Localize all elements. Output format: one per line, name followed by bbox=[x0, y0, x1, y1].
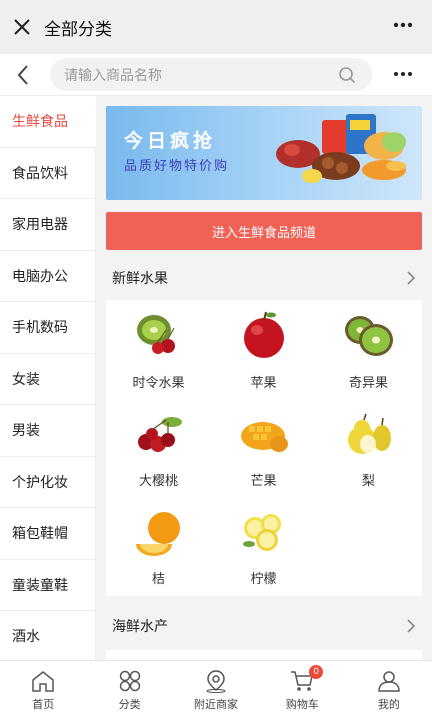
grid-item-cherry[interactable]: 大樱桃 bbox=[106, 398, 211, 494]
back-icon[interactable] bbox=[0, 54, 46, 96]
tab-home[interactable]: 首页 bbox=[0, 661, 86, 720]
sidebar-item-kids-wear[interactable]: 童装童鞋 bbox=[0, 559, 96, 611]
mango-icon bbox=[241, 422, 288, 452]
section-header-fresh-fruit[interactable]: 新鲜水果 bbox=[106, 258, 422, 298]
section-header-seafood[interactable]: 海鲜水产 bbox=[106, 606, 422, 646]
chevron-right-icon[interactable] bbox=[406, 270, 416, 290]
sidebar-item-appliances[interactable]: 家用电器 bbox=[0, 199, 96, 251]
home-icon bbox=[32, 671, 54, 692]
tab-category[interactable]: 分类 bbox=[86, 661, 172, 720]
grid-item-lemon[interactable]: 柠檬 bbox=[211, 496, 316, 592]
sidebar-item-phones-digital[interactable]: 手机数码 bbox=[0, 302, 96, 354]
sidebar-item-bags-shoes[interactable]: 箱包鞋帽 bbox=[0, 508, 96, 560]
category-icon bbox=[119, 670, 140, 692]
sidebar-item-fresh-food[interactable]: 生鲜食品 bbox=[0, 96, 96, 148]
grid-item-orange[interactable]: 桔 bbox=[106, 496, 211, 592]
tab-cart[interactable]: 0 购物车 bbox=[259, 661, 345, 720]
top-bar: 全部分类 bbox=[0, 0, 432, 54]
grid-item-label: 奇异果 bbox=[348, 376, 388, 391]
grid-item-label: 芒果 bbox=[250, 474, 277, 489]
grid-item-apple[interactable]: 苹果 bbox=[211, 300, 316, 396]
user-icon bbox=[378, 671, 400, 692]
tab-label: 我的 bbox=[377, 698, 400, 711]
page-title: 全部分类 bbox=[44, 19, 112, 40]
cart-badge: 0 bbox=[309, 665, 324, 679]
grid-item-label: 梨 bbox=[361, 474, 375, 489]
banner-title: 今日疯抢 bbox=[124, 130, 217, 152]
sidebar-item-computer-office[interactable]: 电脑办公 bbox=[0, 250, 96, 302]
bottom-tab-bar: 首页 分类 附近商家 0 购物车 我的 bbox=[0, 660, 432, 720]
grid-item-label: 时令水果 bbox=[132, 376, 185, 391]
search-icon[interactable] bbox=[338, 66, 356, 88]
cherry-icon bbox=[138, 417, 182, 452]
close-icon[interactable] bbox=[0, 0, 44, 54]
chevron-right-icon[interactable] bbox=[406, 618, 416, 638]
tab-profile[interactable]: 我的 bbox=[346, 661, 432, 720]
tab-label: 购物车 bbox=[285, 698, 319, 711]
orange-icon bbox=[136, 512, 180, 556]
sidebar-item-womens-wear[interactable]: 女装 bbox=[0, 353, 96, 405]
promo-banner[interactable]: 今日疯抢 品质好物特价购 bbox=[106, 106, 422, 200]
fruit-grid: 时令水果 苹果 奇异果 大樱桃 芒果 梨 桔 柠檬 bbox=[106, 300, 422, 596]
grid-item-label: 桔 bbox=[151, 572, 165, 587]
tab-label: 首页 bbox=[32, 698, 55, 711]
section-title: 海鲜水产 bbox=[112, 619, 168, 635]
apple-icon bbox=[244, 311, 284, 358]
banner-subtitle: 品质好物特价购 bbox=[124, 159, 230, 174]
enter-channel-button[interactable]: 进入生鲜食品频道 bbox=[106, 212, 422, 250]
search-more-icon[interactable] bbox=[392, 63, 414, 90]
category-sidebar: 生鲜食品 食品饮料 家用电器 电脑办公 手机数码 女装 男装 个护化妆 箱包鞋帽… bbox=[0, 96, 96, 660]
grid-item-label: 柠檬 bbox=[250, 572, 277, 587]
tab-label: 分类 bbox=[118, 698, 141, 711]
sidebar-item-liquor[interactable]: 酒水 bbox=[0, 611, 96, 660]
grid-item-mango[interactable]: 芒果 bbox=[211, 398, 316, 494]
category-content: 今日疯抢 品质好物特价购 进入生鲜食品频道 新鲜水果 时令水果 苹果 奇异果 大… bbox=[96, 96, 432, 660]
kiwi-icon bbox=[345, 316, 393, 356]
search-placeholder: 请输入商品名称 bbox=[64, 67, 162, 84]
grid-item-seasonal-fruit[interactable]: 时令水果 bbox=[106, 300, 211, 396]
sidebar-item-mens-wear[interactable]: 男装 bbox=[0, 405, 96, 457]
grid-item-label: 苹果 bbox=[250, 376, 277, 391]
more-icon[interactable] bbox=[392, 14, 414, 41]
tab-nearby[interactable]: 附近商家 bbox=[173, 661, 259, 720]
grid-item-label: 大樱桃 bbox=[138, 474, 178, 489]
search-input[interactable]: 请输入商品名称 bbox=[50, 58, 372, 91]
seasonal-fruit-icon bbox=[137, 315, 175, 354]
grid-item-kiwi[interactable]: 奇异果 bbox=[316, 300, 421, 396]
search-bar: 请输入商品名称 bbox=[0, 54, 432, 96]
seafood-grid bbox=[106, 650, 422, 660]
pear-icon bbox=[348, 413, 391, 454]
section-title: 新鲜水果 bbox=[112, 271, 168, 287]
grid-item-pear[interactable]: 梨 bbox=[316, 398, 421, 494]
location-icon bbox=[206, 670, 226, 693]
tab-label: 附近商家 bbox=[194, 698, 239, 711]
sidebar-item-personal-care[interactable]: 个护化妆 bbox=[0, 456, 96, 508]
lemon-icon bbox=[243, 514, 281, 551]
snack-food-icon bbox=[276, 114, 406, 183]
sidebar-item-food-drinks[interactable]: 食品饮料 bbox=[0, 147, 96, 199]
